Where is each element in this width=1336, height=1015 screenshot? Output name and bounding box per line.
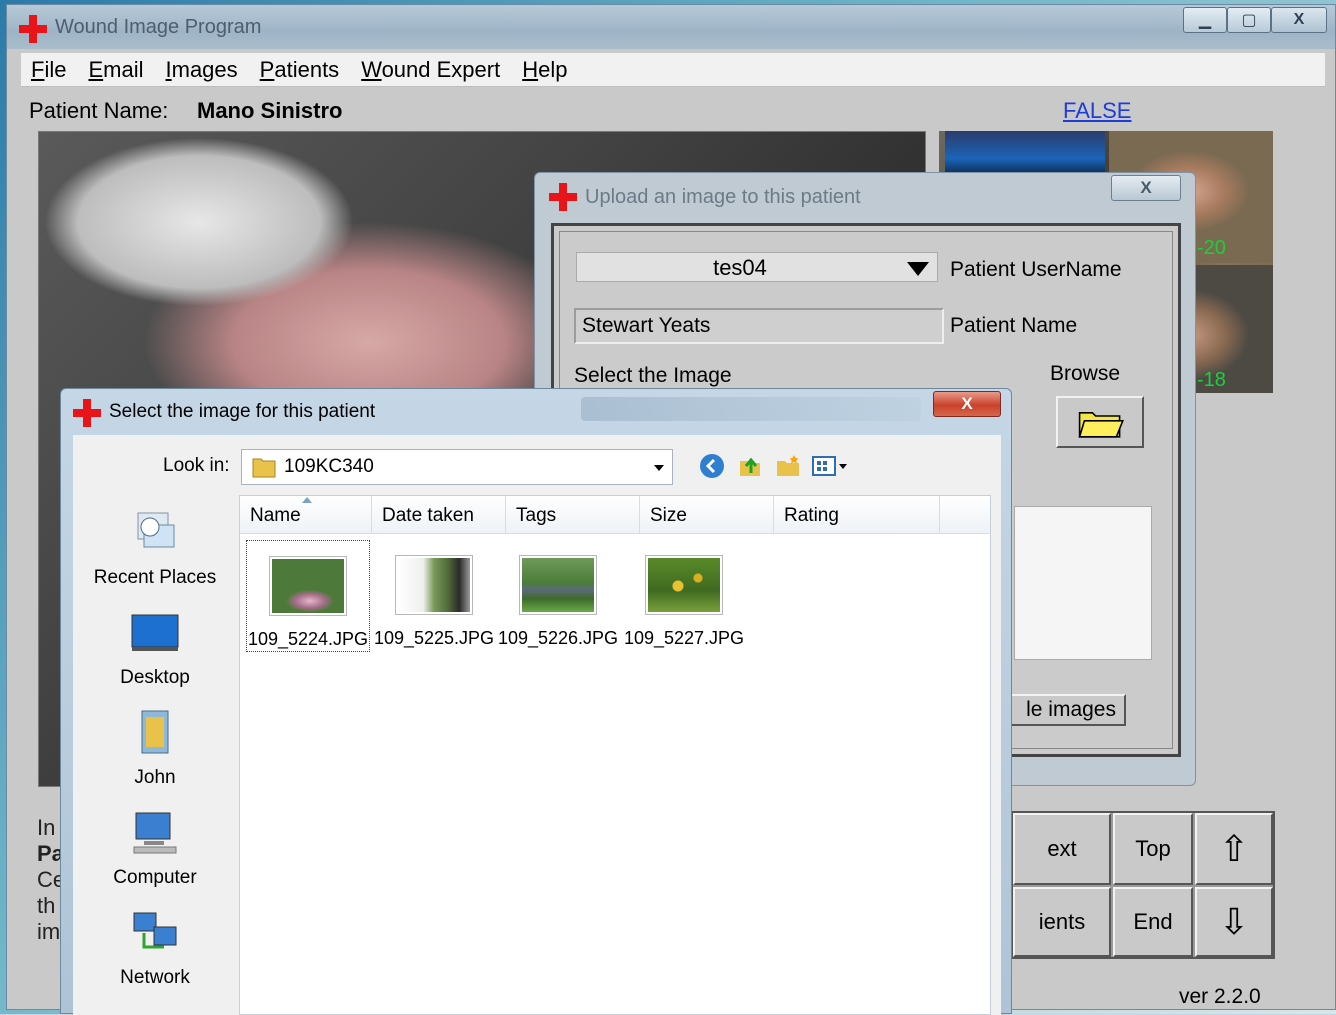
browse-label: Browse	[1050, 362, 1121, 385]
place-label: Network	[120, 967, 190, 988]
file-dialog-close-button[interactable]: X	[933, 391, 1001, 417]
menu-bar: File Email Images Patients Wound Expert …	[21, 53, 1325, 87]
place-label: Computer	[113, 867, 197, 888]
close-button[interactable]: X	[1271, 7, 1327, 33]
place-label: Recent Places	[93, 567, 217, 588]
file-dialog-title: Select the image for this patient	[109, 401, 376, 422]
file-thumbnail	[270, 557, 346, 615]
end-button[interactable]: End	[1113, 887, 1193, 957]
navigation-panel: ext Top ⇧ ients End ⇩	[1011, 811, 1275, 959]
place-john[interactable]: John	[73, 707, 237, 789]
file-name: 109_5227.JPG	[623, 628, 745, 648]
file-thumbnail	[396, 556, 472, 614]
minimize-button[interactable]: ▁	[1183, 7, 1227, 33]
version-label: ver 2.2.0	[1179, 985, 1261, 1008]
place-recent-places[interactable]: Recent Places	[73, 507, 237, 589]
up-arrow-icon[interactable]: ⇧	[1195, 813, 1273, 885]
look-in-value: 109KC340	[284, 456, 374, 477]
recent-places-icon	[137, 512, 175, 548]
file-thumbnail	[520, 556, 596, 614]
back-icon[interactable]	[697, 451, 727, 481]
view-menu-icon[interactable]	[811, 451, 851, 481]
file-list[interactable]: Name Date taken Tags Size Rating 109_522…	[239, 495, 991, 1015]
place-computer[interactable]: Computer	[73, 807, 237, 889]
file-thumbnail	[646, 556, 722, 614]
title-blur	[581, 397, 921, 421]
column-rating[interactable]: Rating	[774, 496, 940, 534]
look-in-label: Look in:	[163, 455, 230, 476]
maximize-button[interactable]: ▢	[1227, 7, 1271, 33]
red-cross-icon	[19, 15, 47, 43]
desktop-icon	[131, 614, 179, 651]
false-link[interactable]: FALSE	[1063, 98, 1131, 124]
patient-username-value: tes04	[713, 255, 767, 280]
top-button[interactable]: Top	[1113, 813, 1193, 885]
red-cross-icon	[73, 399, 101, 427]
patient-name-field[interactable]: Stewart Yeats	[574, 308, 944, 344]
folder-icon	[252, 458, 276, 478]
red-cross-icon	[549, 183, 577, 211]
file-name: 109_5225.JPG	[373, 628, 495, 648]
column-size[interactable]: Size	[640, 496, 774, 534]
patient-name-label: Patient Name:	[29, 98, 169, 123]
select-image-label: Select the Image	[574, 364, 732, 387]
patient-username-select[interactable]: tes04	[576, 252, 938, 282]
file-dialog-body: Look in: 109KC340 Recent Places Desktop …	[73, 435, 1001, 1015]
upload-images-button[interactable]: le images	[1002, 694, 1126, 726]
chevron-down-icon[interactable]	[654, 465, 664, 471]
folder-icon	[1078, 412, 1124, 438]
file-dialog-toolbar	[697, 451, 851, 481]
file-name: 109_5224.JPG	[247, 629, 369, 649]
patient-name-label: Patient Name	[950, 314, 1078, 337]
upload-close-button[interactable]: X	[1111, 175, 1181, 201]
menu-wound-expert[interactable]: Wound Expert	[361, 57, 500, 83]
file-item[interactable]: 109_5227.JPG	[622, 540, 746, 652]
look-in-select[interactable]: 109KC340	[241, 449, 673, 485]
patient-username-label: Patient UserName	[950, 258, 1122, 281]
sort-ascending-icon	[302, 497, 312, 503]
patients-button[interactable]: ients	[1013, 887, 1111, 957]
menu-help[interactable]: Help	[522, 57, 567, 83]
column-date-taken[interactable]: Date taken	[372, 496, 506, 534]
places-bar: Recent Places Desktop John Computer Netw…	[73, 495, 237, 1015]
selected-images-list[interactable]	[1014, 506, 1152, 660]
main-window-title: Wound Image Program	[55, 16, 262, 38]
down-arrow-icon[interactable]: ⇩	[1195, 887, 1273, 957]
place-network[interactable]: Network	[73, 907, 237, 989]
network-icon	[133, 912, 177, 949]
column-tags[interactable]: Tags	[506, 496, 640, 534]
place-label: Desktop	[120, 667, 190, 688]
file-dialog: Select the image for this patient X Look…	[60, 388, 1012, 1015]
browse-button[interactable]	[1056, 396, 1144, 448]
chevron-down-icon[interactable]	[907, 262, 929, 276]
next-button[interactable]: ext	[1013, 813, 1111, 885]
thumbnail-number: -18	[1197, 369, 1226, 391]
patient-name-value: Mano Sinistro	[197, 98, 343, 123]
computer-icon	[133, 812, 177, 854]
menu-images[interactable]: Images	[166, 57, 238, 83]
file-item[interactable]: 109_5226.JPG	[496, 540, 620, 652]
new-folder-icon[interactable]	[773, 451, 803, 481]
thumbnail-number: -20	[1197, 237, 1226, 259]
main-titlebar[interactable]: Wound Image Program ▁ ▢ X	[7, 5, 1335, 49]
menu-patients[interactable]: Patients	[260, 57, 340, 83]
column-name[interactable]: Name	[240, 496, 372, 534]
file-name: 109_5226.JPG	[497, 628, 619, 648]
place-label: John	[134, 767, 176, 788]
user-folder-icon	[141, 710, 169, 754]
file-item[interactable]: 109_5224.JPG	[246, 540, 370, 652]
up-folder-icon[interactable]	[735, 451, 765, 481]
place-desktop[interactable]: Desktop	[73, 607, 237, 689]
column-header: Name Date taken Tags Size Rating	[240, 496, 990, 534]
menu-file[interactable]: File	[31, 57, 66, 83]
file-item[interactable]: 109_5225.JPG	[372, 540, 496, 652]
menu-email[interactable]: Email	[88, 57, 143, 83]
thumbnail-image[interactable]	[945, 131, 1105, 177]
upload-dialog-title: Upload an image to this patient	[585, 186, 861, 208]
